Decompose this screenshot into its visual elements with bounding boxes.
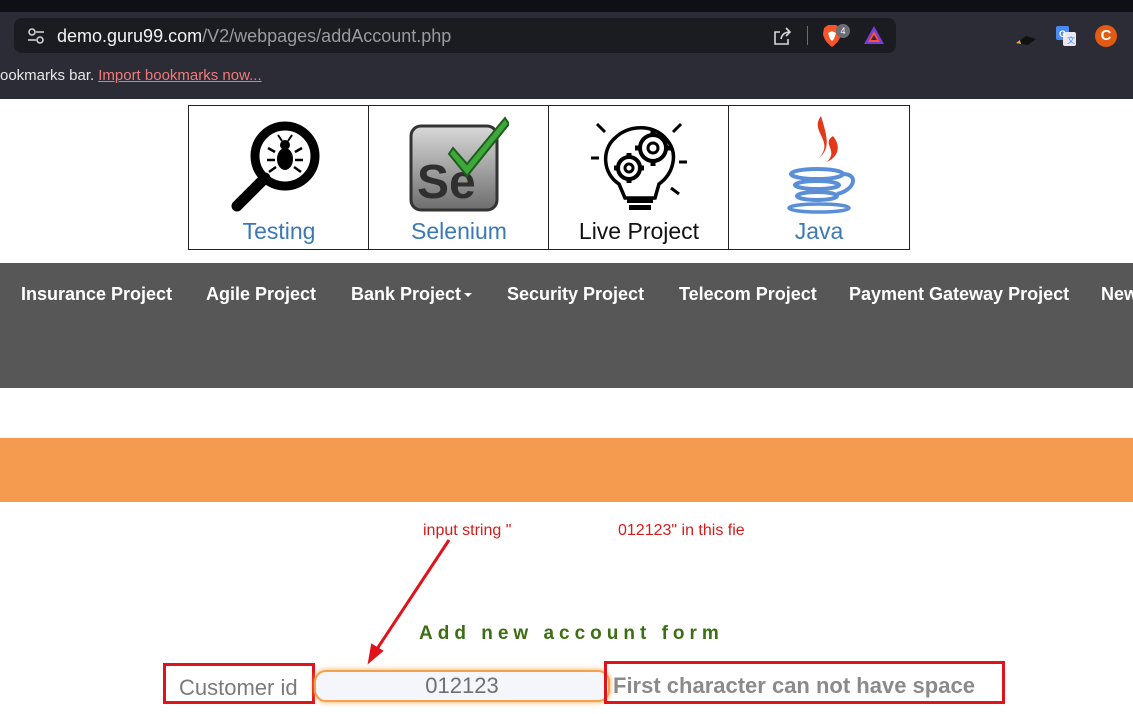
logo-label-testing[interactable]: Testing <box>189 218 369 245</box>
logo-live-project[interactable]: Live Project <box>549 106 729 249</box>
caret-down-icon <box>464 293 473 298</box>
logo-row: Testing Se Selenium Live Project Java <box>188 105 910 250</box>
svg-text:文: 文 <box>1067 35 1075 45</box>
brave-rewards-icon[interactable] <box>863 25 885 45</box>
main-navigation <box>0 263 1133 388</box>
form-title: Add new account form <box>419 623 724 644</box>
bookmarks-bar: ookmarks bar. Import bookmarks now... <box>0 67 262 84</box>
translate-extension-icon[interactable]: G 文 <box>1055 25 1077 47</box>
nav-bank-project[interactable]: Bank Project <box>351 284 473 305</box>
url-text[interactable]: demo.guru99.com/V2/webpages/addAccount.p… <box>57 26 451 46</box>
selenium-icon: Se <box>409 116 509 212</box>
window-top-strip <box>0 0 1133 12</box>
address-divider <box>807 26 808 45</box>
svg-text:G: G <box>1059 29 1066 39</box>
logo-label-live-project[interactable]: Live Project <box>549 218 729 245</box>
share-icon[interactable] <box>772 26 792 46</box>
url-host: demo.guru99.com <box>57 26 203 46</box>
bookmarks-bar-text: ookmarks bar. <box>0 67 95 84</box>
logo-java[interactable]: Java <box>729 106 909 249</box>
java-icon <box>787 116 855 214</box>
logo-testing[interactable]: Testing <box>189 106 369 249</box>
brave-shield-count: 4 <box>836 24 850 38</box>
logo-selenium[interactable]: Se Selenium <box>369 106 549 249</box>
pen-extension-icon[interactable] <box>1014 30 1038 46</box>
url-path: /V2/webpages/addAccount.php <box>202 26 452 46</box>
nav-new[interactable]: New <box>1101 284 1133 305</box>
page: demo.guru99.com/V2/webpages/addAccount.p… <box>0 0 1133 714</box>
validation-error-message: First character can not have space <box>613 673 975 698</box>
nav-bank-project-label: Bank Project <box>351 284 462 304</box>
nav-telecom-project[interactable]: Telecom Project <box>679 284 817 305</box>
import-bookmarks-link[interactable]: Import bookmarks now... <box>98 67 261 84</box>
orange-banner <box>0 438 1133 502</box>
annotation-text-part1: input string " <box>423 522 512 539</box>
customer-id-input[interactable] <box>314 670 610 702</box>
nav-agile-project[interactable]: Agile Project <box>206 284 316 305</box>
logo-label-java[interactable]: Java <box>729 218 909 245</box>
customer-id-label: Customer id <box>179 675 298 700</box>
nav-security-project[interactable]: Security Project <box>507 284 644 305</box>
c-extension-icon[interactable]: C <box>1095 25 1117 47</box>
logo-label-selenium[interactable]: Selenium <box>369 218 549 245</box>
tune-icon[interactable] <box>27 27 45 45</box>
annotation-text-part2: 012123" in this fie <box>618 522 745 539</box>
idea-gears-icon <box>591 122 687 210</box>
nav-payment-gateway-project[interactable]: Payment Gateway Project <box>849 284 1069 305</box>
magnifier-bug-icon <box>231 121 320 212</box>
nav-insurance-project[interactable]: Insurance Project <box>21 284 172 305</box>
